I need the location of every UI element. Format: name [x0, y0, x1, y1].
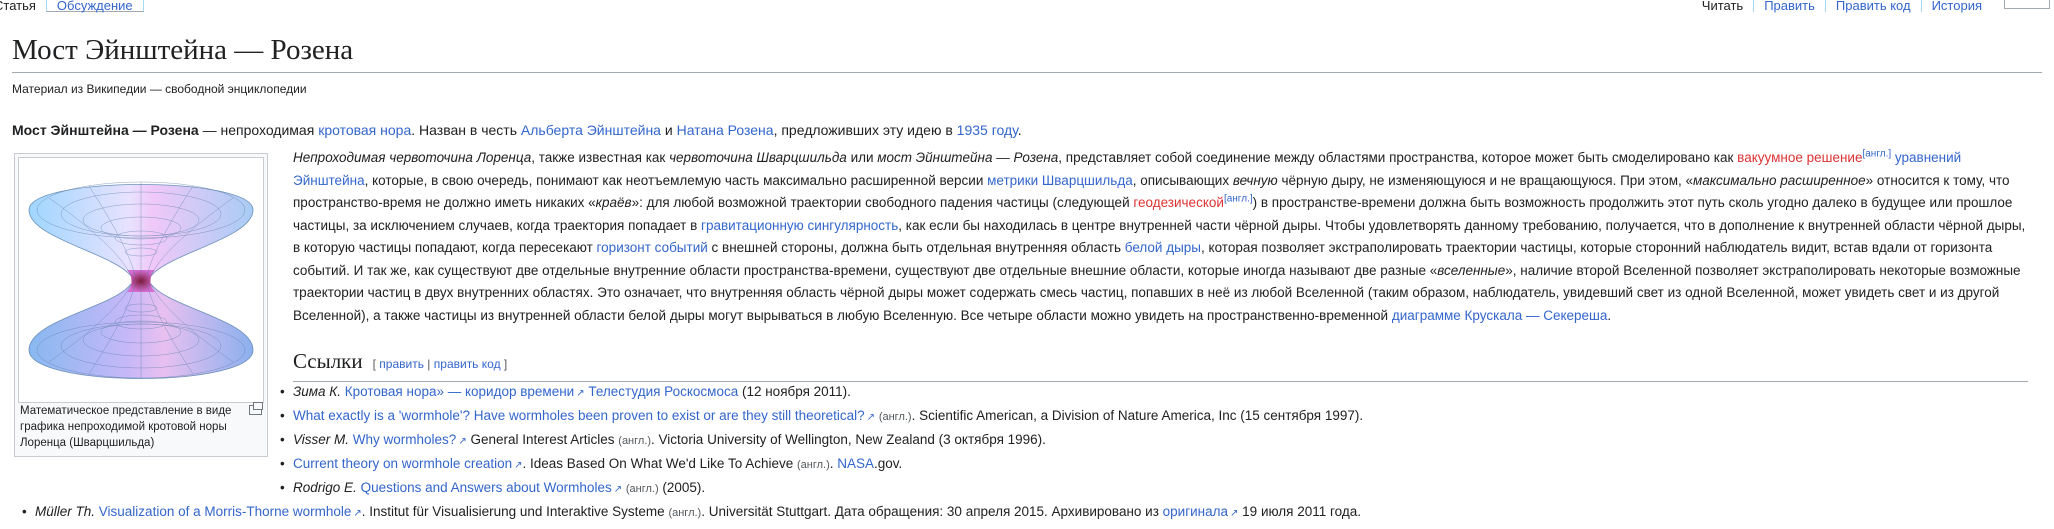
edit-section: [ править | править код ]	[373, 357, 508, 371]
ref-text: . Ideas Based On What We'd Like To Achie…	[522, 456, 797, 471]
link-rosen[interactable]: Натана Розена	[677, 122, 774, 138]
ref-text: (12 ноября 2011).	[738, 384, 851, 399]
ref-text: (2005).	[658, 480, 706, 495]
ref-author: Visser M.	[293, 432, 350, 447]
body-text: »: для любой возможной траектории свобод…	[631, 195, 1134, 210]
namespace-tabs: Статья Обсуждение	[0, 0, 144, 12]
ref-link[interactable]: Кротовая нора» — коридор времени	[345, 384, 585, 399]
ref-link[interactable]: What exactly is a 'wormhole'? Have wormh…	[293, 408, 875, 423]
ref-text: . Victoria University of Wellington, New…	[651, 432, 1046, 447]
list-item: Current theory on wormhole creation. Ide…	[276, 454, 1363, 478]
link-event-horizon[interactable]: горизонт событий	[597, 240, 708, 255]
section-heading-links: Ссылки [ править | править код ]	[293, 348, 2028, 382]
body-text: или	[846, 150, 878, 165]
body-text: чёрную дыру, не изменяющуюся и не вращаю…	[1277, 172, 1694, 188]
list-item: Rodrigo E. Questions and Answers about W…	[276, 478, 1363, 502]
tab-article[interactable]: Статья	[0, 0, 46, 12]
body-text: червоточина Шварцшильда	[669, 150, 847, 165]
body-text: вселенные	[1437, 262, 1506, 278]
list-item: Müller Th. Visualization of a Morris-Tho…	[18, 502, 1361, 524]
ref-original-link[interactable]: оригинала	[1163, 504, 1239, 519]
thumbnail-caption: Математическое представление в виде граф…	[20, 405, 232, 449]
ref-text: .gov.	[874, 456, 903, 471]
body-text: максимально расширенное	[1693, 172, 1866, 188]
body-text: с внешней стороны, должна быть отдельная…	[707, 240, 1125, 255]
lead-paragraph: Мост Эйнштейна — Розена — непроходимая к…	[12, 120, 1022, 140]
ref-nasa-link[interactable]: NASA	[837, 456, 874, 471]
tab-edit-source[interactable]: Править код	[1824, 0, 1921, 12]
section-title: Ссылки	[293, 349, 363, 373]
link-kruskal-diagram[interactable]: диаграмме Крускала — Секереша	[1392, 308, 1608, 323]
ref-text: . Scientific American, a Division of Nat…	[911, 408, 1364, 423]
edit-section-link[interactable]: править	[379, 357, 424, 371]
ref-text: 19 июля 2011 года.	[1238, 504, 1362, 519]
body-text: Непроходимая червоточина Лоренца	[293, 150, 532, 165]
separator: |	[423, 357, 434, 371]
ref-lang: (англ.)	[796, 459, 830, 471]
link-english-geodesic[interactable]: [англ.]	[1224, 194, 1253, 205]
site-tagline: Материал из Википедии — свободной энцикл…	[12, 82, 307, 96]
body-text: , описывающих	[1132, 172, 1233, 188]
body-text: краёв	[595, 195, 632, 210]
ref-lang: (англ.)	[668, 507, 702, 519]
tab-read[interactable]: Читать	[1692, 0, 1753, 12]
lead-text: — непроходимая	[198, 122, 319, 138]
ref-publisher-link[interactable]: Телестудия Роскосмоса	[588, 384, 738, 399]
wormhole-image[interactable]	[18, 157, 264, 403]
body-text: , которые, в свою очередь, понимают как …	[364, 172, 988, 188]
ref-link[interactable]: Current theory on wormhole creation	[293, 456, 523, 471]
list-item: Visser M. Why wormholes? General Interes…	[276, 430, 1363, 454]
ref-lang: (англ.)	[618, 435, 652, 447]
thumbnail: Математическое представление в виде граф…	[14, 153, 268, 457]
link-singularity[interactable]: гравитационную сингулярность	[701, 218, 898, 233]
page-title: Мост Эйнштейна — Розена	[12, 30, 2042, 73]
search-input[interactable]	[2004, 0, 2050, 9]
body-text: .	[1607, 307, 1612, 323]
ref-text: . Institut für Visualisierung und Intera…	[361, 504, 669, 519]
body-paragraph: Непроходимая червоточина Лоренца, также …	[293, 147, 2028, 327]
link-einstein[interactable]: Альберта Эйнштейна	[521, 122, 661, 138]
lead-text: . Назван в честь	[411, 122, 521, 138]
ref-text: General Interest Articles	[466, 432, 619, 447]
edit-source-section-link[interactable]: править код	[434, 357, 501, 371]
ref-text: . Universität Stuttgart. Дата обращения:…	[701, 504, 1163, 519]
ref-link[interactable]: Questions and Answers about Wormholes	[361, 480, 623, 495]
link-1935[interactable]: 1935 году	[957, 122, 1018, 138]
link-wormhole[interactable]: кротовая нора	[318, 122, 411, 138]
ref-lang: (англ.)	[878, 411, 912, 423]
ref-author: Rodrigo E.	[293, 480, 357, 495]
link-schwarzschild-metric[interactable]: метрики Шварцшильда	[987, 173, 1133, 188]
ref-author: Müller Th.	[35, 504, 96, 519]
body-text: , представляет собой соединение между об…	[1058, 150, 1738, 165]
link-white-hole[interactable]: белой дыры	[1125, 240, 1201, 255]
link-english-vacuum[interactable]: [англ.]	[1862, 149, 1891, 160]
lead-text: .	[1017, 122, 1022, 138]
body-text: мост Эйнштейна — Розена	[877, 150, 1059, 165]
body-text: вечную	[1232, 172, 1278, 188]
ref-link[interactable]: Why wormholes?	[353, 432, 467, 447]
lead-text: , предложивших эту идею в	[773, 122, 957, 138]
ref-link[interactable]: Visualization of a Morris-Thorne wormhol…	[99, 504, 362, 519]
lead-text: и	[660, 122, 677, 138]
body-text: , также известная как	[531, 150, 670, 165]
bracket: ]	[500, 357, 508, 371]
tab-talk[interactable]: Обсуждение	[45, 0, 144, 12]
list-item: What exactly is a 'wormhole'? Have wormh…	[276, 406, 1363, 430]
view-tabs: Читать Править Править код История	[1692, 0, 2054, 12]
ref-lang: (англ.)	[625, 483, 659, 495]
lead-bold-title: Мост Эйнштейна — Розена	[12, 122, 199, 138]
ref-author: Зима К.	[293, 384, 342, 399]
list-item: Зима К. Кротовая нора» — коридор времени…	[276, 382, 1363, 406]
references-list: Зима К. Кротовая нора» — коридор времени…	[276, 382, 1363, 502]
link-geodesic[interactable]: геодезической	[1133, 195, 1224, 210]
tab-history[interactable]: История	[1920, 0, 1992, 12]
link-vacuum-solution[interactable]: вакуумное решение	[1737, 150, 1862, 165]
tab-edit[interactable]: Править	[1753, 0, 1825, 12]
